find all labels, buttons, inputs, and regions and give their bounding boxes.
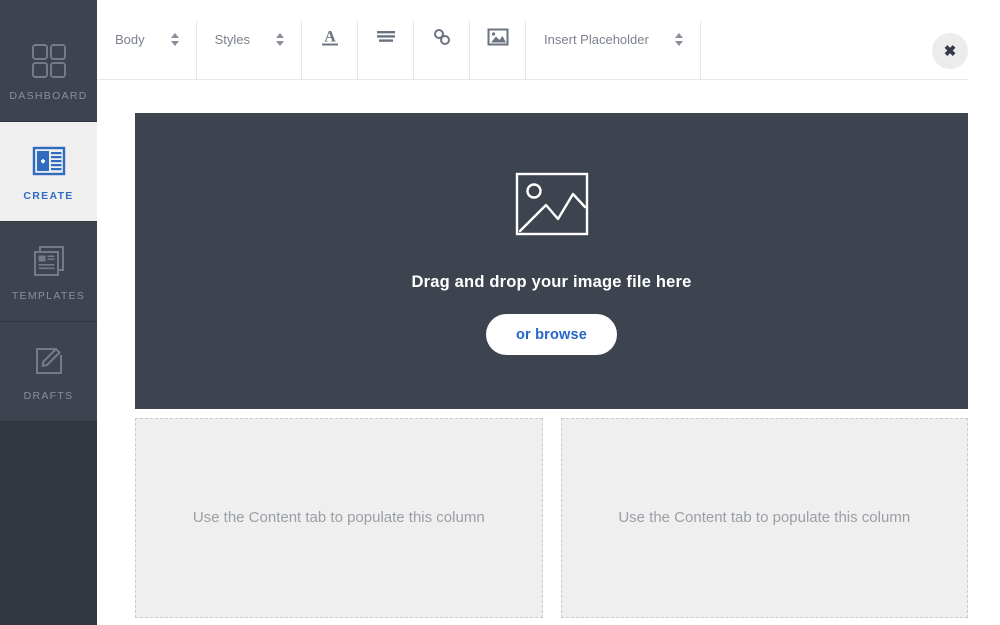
- insert-image-button[interactable]: [470, 0, 527, 79]
- block-format-select[interactable]: Body: [97, 0, 197, 79]
- editor-toolbar: Body Styles A Insert Placeholder ✖: [97, 0, 1000, 80]
- sidebar-item-templates[interactable]: TEMPLATES: [0, 222, 97, 322]
- align-button[interactable]: [358, 0, 415, 79]
- text-format-button[interactable]: A: [302, 0, 359, 79]
- templates-stack-icon: [29, 241, 69, 281]
- image-dropzone[interactable]: Drag and drop your image file here or br…: [135, 113, 968, 409]
- pencil-square-icon: [29, 341, 69, 381]
- sidebar-item-label: DRAFTS: [23, 390, 74, 402]
- image-placeholder-icon: [515, 167, 589, 246]
- styles-select[interactable]: Styles: [197, 0, 303, 79]
- create-article-icon: [29, 141, 69, 181]
- sidebar-item-label: DASHBOARD: [9, 90, 88, 102]
- align-icon: [375, 26, 397, 53]
- sidebar-item-drafts[interactable]: DRAFTS: [0, 322, 97, 422]
- sidebar-item-create[interactable]: CREATE: [0, 122, 97, 222]
- chevron-up-down-icon: [276, 33, 285, 46]
- image-icon: [487, 27, 509, 52]
- content-column-right[interactable]: Use the Content tab to populate this col…: [560, 418, 968, 618]
- editor-canvas: Drag and drop your image file here or br…: [135, 113, 968, 618]
- column-placeholder-text: Use the Content tab to populate this col…: [618, 509, 911, 526]
- chevron-up-down-icon: [674, 33, 683, 46]
- browse-button[interactable]: or browse: [485, 314, 618, 355]
- link-icon: [431, 26, 453, 53]
- column-placeholder-text: Use the Content tab to populate this col…: [192, 509, 485, 526]
- sidebar-item-label: TEMPLATES: [11, 290, 86, 302]
- toolbar-controls: Body Styles A Insert Placeholder: [97, 0, 968, 80]
- sidebar-item-label: CREATE: [23, 190, 74, 202]
- dropzone-message: Drag and drop your image file here: [411, 273, 692, 291]
- close-button[interactable]: ✖: [932, 33, 968, 69]
- sidebar: DASHBOARD CREATE TEMPLATES DRAFTS: [0, 0, 97, 625]
- insert-placeholder-value: Insert Placeholder: [544, 32, 649, 47]
- svg-text:A: A: [324, 29, 336, 46]
- text-format-icon: A: [319, 26, 341, 53]
- column-row: Use the Content tab to populate this col…: [135, 418, 968, 618]
- link-button[interactable]: [414, 0, 471, 79]
- chevron-up-down-icon: [170, 33, 179, 46]
- styles-value: Styles: [214, 32, 251, 47]
- grid-icon: [29, 41, 69, 81]
- block-format-value: Body: [115, 32, 145, 47]
- sidebar-item-dashboard[interactable]: DASHBOARD: [0, 0, 97, 122]
- close-icon: ✖: [943, 42, 957, 60]
- insert-placeholder-select[interactable]: Insert Placeholder: [526, 0, 701, 79]
- content-column-left[interactable]: Use the Content tab to populate this col…: [135, 418, 543, 618]
